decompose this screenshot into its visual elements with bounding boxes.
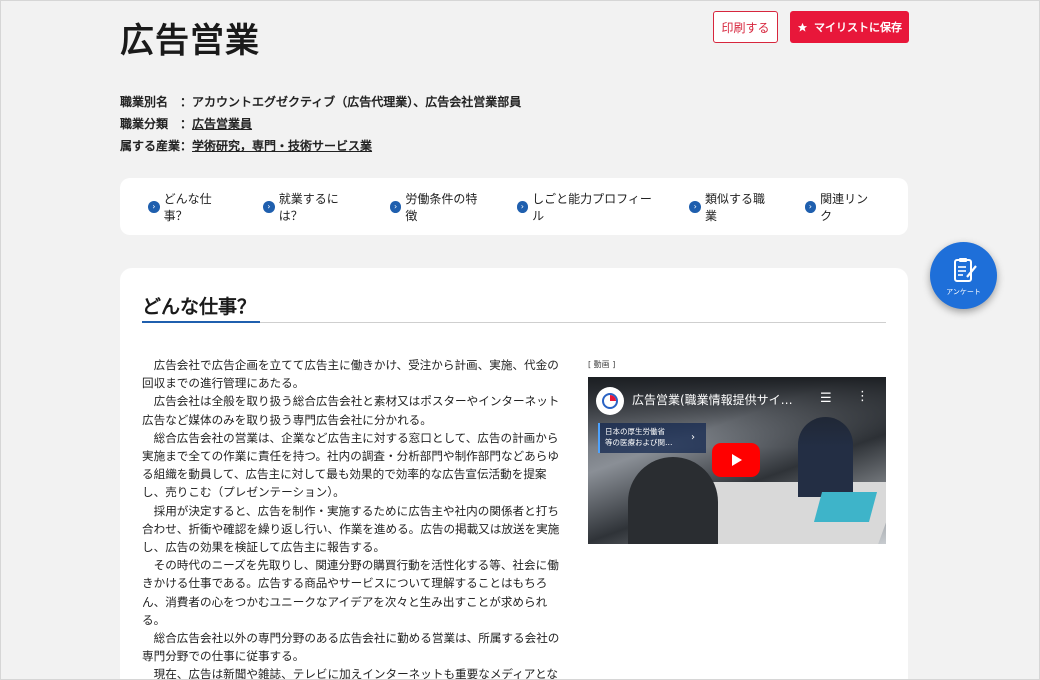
meta-link-category[interactable]: 広告営業員: [192, 113, 252, 135]
meta-key-alias: 職業別名: [120, 95, 169, 109]
chevron-right-icon: ›: [389, 200, 402, 213]
clipboard-icon: [953, 257, 977, 282]
description-paragraph: 採用が決定すると、広告を制作・実施するために広告主や社内の関係者と打ち合わせ、折…: [142, 503, 560, 555]
video-thumbnail-laptop: [813, 492, 878, 522]
job-meta: 職業別名 ：アカウントエグゼクティブ（広告代理業）、広告会社営業部員 職業分類 …: [120, 91, 521, 157]
video-player[interactable]: 広告営業(職業情報提供サイ… ☰ ⋮ 日本の厚生労働省 等の医療および関… ›: [588, 377, 886, 544]
nav-label: 類似する職業: [704, 191, 765, 223]
meta-row-category: 職業分類 ： 広告営業員: [120, 113, 521, 135]
job-description-text: 広告会社で広告企画を立てて広告主に働きかけ、受注から計画、実施、代金の回収までの…: [142, 356, 567, 680]
star-icon: [797, 22, 808, 32]
save-to-mylist-button[interactable]: マイリストに保存: [790, 11, 909, 43]
video-label: [ 動画 ]: [588, 360, 616, 369]
nav-item-working-conditions[interactable]: › 労働条件の特徴: [389, 190, 487, 224]
save-button-label: マイリストに保存: [814, 21, 902, 34]
survey-label: アンケート: [946, 287, 981, 296]
job-description-card: どんな仕事？ 広告会社で広告企画を立てて広告主に働きかけ、受注から計画、実施、代…: [120, 268, 908, 680]
list-icon[interactable]: ☰: [820, 391, 832, 406]
description-paragraph: その時代のニーズを先取りし、関連分野の購買行動を活性化する等、社会に働きかける仕…: [142, 558, 559, 627]
print-button[interactable]: 印刷する: [713, 11, 778, 43]
nav-label: 就業するには？: [278, 191, 339, 223]
channel-logo-icon[interactable]: [596, 387, 624, 415]
section-title-underline: [142, 321, 260, 323]
meta-sep-category: ：: [180, 117, 193, 131]
video-caption[interactable]: 日本の厚生労働省 等の医療および関…: [598, 423, 706, 453]
meta-link-industry[interactable]: 学術研究，専門・技術サービス業: [192, 135, 372, 157]
chevron-right-icon: ›: [148, 200, 160, 213]
video-title[interactable]: 広告営業(職業情報提供サイ…: [632, 391, 793, 408]
chevron-right-icon: ›: [516, 200, 529, 213]
meta-key-industry: 属する産業: [120, 139, 181, 153]
video-thumbnail-person: [628, 457, 718, 544]
nav-item-how-to-work[interactable]: › 就業するには？: [263, 190, 360, 224]
meta-value-alias: ：アカウントエグゼクティブ（広告代理業）、広告会社営業部員: [180, 95, 522, 109]
survey-button[interactable]: アンケート: [930, 242, 997, 309]
description-paragraph: 現在、広告は新聞や雑誌、テレビに加えインターネットも重要なメディアとなっている。: [153, 667, 558, 680]
chevron-right-icon: ›: [691, 432, 695, 443]
description-paragraph: 総合広告会社の営業は、企業など広告主に対する窓口として、広告の計画から実施まで全…: [142, 430, 559, 500]
description-paragraph: 広告会社で広告企画を立てて広告主に働きかけ、受注から計画、実施、代金の回収までの…: [142, 358, 559, 391]
page-frame: 広告営業 印刷する マイリストに保存 職業別名 ：アカウントエグゼクティブ（広告…: [0, 0, 1040, 680]
nav-label: 労働条件の特徴: [405, 191, 478, 223]
description-paragraph: 総合広告会社以外の専門分野のある広告会社に勤める営業は、所属する会社の専門分野で…: [142, 631, 560, 664]
more-icon[interactable]: ⋮: [856, 389, 869, 404]
video-caption-line: 等の医療および関…: [605, 438, 673, 447]
nav-item-what-job[interactable]: › どんな仕事？: [148, 190, 233, 224]
nav-item-similar-jobs[interactable]: › 類似する職業: [689, 190, 774, 224]
page-title: 広告営業: [120, 21, 260, 61]
section-title: どんな仕事？: [142, 296, 257, 318]
video-caption-line: 日本の厚生労働省: [605, 427, 665, 436]
nav-label: 関連リンク: [820, 191, 869, 223]
meta-sep-industry: ：: [180, 139, 193, 153]
nav-label: しごと能力プロフィール: [532, 191, 652, 223]
description-paragraph: 広告会社は全般を取り扱う総合広告会社と素材又はポスターやインターネット広告など媒…: [142, 394, 560, 427]
chevron-right-icon: ›: [804, 200, 817, 213]
chevron-right-icon: ›: [689, 200, 701, 213]
meta-row-industry: 属する産業 ： 学術研究，専門・技術サービス業: [120, 135, 521, 157]
chevron-right-icon: ›: [263, 200, 275, 213]
meta-row-alias: 職業別名 ：アカウントエグゼクティブ（広告代理業）、広告会社営業部員: [120, 91, 521, 113]
nav-item-related-links[interactable]: › 関連リンク: [804, 190, 879, 224]
nav-label: どんな仕事？: [163, 191, 212, 223]
meta-key-category: 職業分類: [120, 117, 169, 131]
play-icon[interactable]: [712, 443, 760, 477]
section-nav: › どんな仕事？ › 就業するには？ › 労働条件の特徴 › しごと能力プロフィ…: [120, 178, 908, 235]
nav-item-ability-profile[interactable]: › しごと能力プロフィール: [516, 190, 660, 224]
